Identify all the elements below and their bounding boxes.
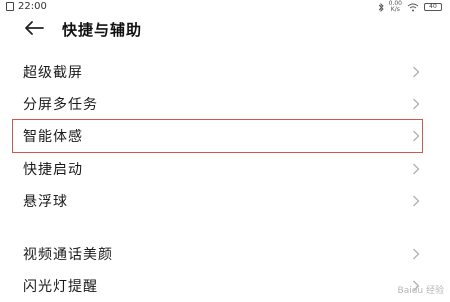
watermark: Baidu 经验: [397, 286, 444, 296]
battery-level: 40: [429, 3, 437, 10]
battery-icon: 40: [424, 3, 442, 11]
list-item-flash-alert[interactable]: 闪光灯提醒: [0, 270, 450, 302]
status-right: 0.00 K/s 40: [378, 1, 442, 13]
bluetooth-icon: [378, 2, 384, 12]
list-item-label: 悬浮球: [23, 194, 68, 210]
list-item-label: 闪光灯提醒: [23, 279, 98, 295]
status-left: 22:00: [6, 1, 47, 12]
chevron-right-icon: [413, 163, 420, 175]
network-speed: 0.00 K/s: [388, 0, 402, 13]
page-title: 快捷与辅助: [62, 21, 143, 39]
list-item-video-call-beauty[interactable]: 视频通话美颜: [0, 238, 450, 270]
chevron-right-icon: [413, 98, 420, 110]
chevron-right-icon: [413, 130, 420, 142]
chevron-right-icon: [413, 66, 420, 78]
wifi-icon: [407, 3, 419, 11]
list-item-label: 分屏多任务: [23, 97, 98, 113]
chevron-right-icon: [413, 248, 420, 260]
list-item-quick-launch[interactable]: 快捷启动: [0, 153, 450, 185]
sim-card-icon: [6, 2, 14, 11]
status-time: 22:00: [18, 1, 47, 12]
list-item-super-screenshot[interactable]: 超级截屏: [0, 56, 450, 88]
list-item-label: 智能体感: [23, 129, 83, 145]
list-item-smart-motion[interactable]: 智能体感: [0, 120, 450, 152]
header: 快捷与辅助: [0, 14, 450, 42]
back-arrow-icon[interactable]: [24, 20, 44, 36]
list-item-label: 快捷启动: [23, 162, 83, 178]
status-bar: 22:00 0.00 K/s 40: [0, 0, 450, 14]
list-item-label: 视频通话美颜: [23, 247, 113, 263]
chevron-right-icon: [413, 195, 420, 207]
list-item-label: 超级截屏: [23, 65, 83, 81]
list-item-split-screen[interactable]: 分屏多任务: [0, 88, 450, 120]
list-item-floating-ball[interactable]: 悬浮球: [0, 185, 450, 217]
